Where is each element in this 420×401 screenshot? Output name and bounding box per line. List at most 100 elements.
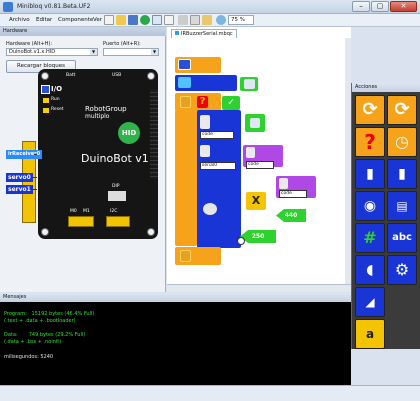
hardware-select[interactable]: DuinoBot.v1.x.HID ▼: [6, 48, 98, 56]
hid-badge: HID: [118, 122, 140, 144]
verify-icon[interactable]: [140, 15, 150, 25]
serial-send-icon: [200, 145, 210, 157]
close-button[interactable]: ✕: [390, 1, 417, 12]
true-condition-icon[interactable]: ✓: [222, 96, 240, 110]
servo-action-icon[interactable]: ◢: [355, 287, 385, 317]
delay-action-icon[interactable]: ◷: [387, 127, 417, 157]
mount-hole: [41, 228, 49, 236]
wire-label[interactable]: servo0: [6, 173, 33, 182]
serial-action-icon[interactable]: ▤: [387, 191, 417, 221]
title-bar: Minibloq v0.81.Beta.UF2 – ▢ ✕: [0, 0, 420, 14]
loop-icon: [180, 250, 191, 262]
new-file-icon[interactable]: [104, 15, 114, 25]
message-line: Data: 749 bytes (29.2% Full): [4, 332, 86, 338]
loop-rail: [175, 110, 197, 246]
serial-icon: [178, 77, 191, 88]
serial-select[interactable]: serial0: [200, 162, 236, 170]
clock-icon: [237, 237, 245, 245]
tab-irbuzzerserial[interactable]: IRBuzzerSerial.mbqc: [171, 29, 237, 38]
message-line: (.data + .bss + .noinit): [4, 339, 62, 345]
status-bar: [0, 385, 420, 401]
maximize-button[interactable]: ▢: [371, 1, 389, 12]
variable-set-action-icon[interactable]: ▮: [387, 159, 417, 189]
upload-icon[interactable]: [152, 15, 162, 25]
copy-icon[interactable]: [190, 15, 200, 25]
variable-select[interactable]: code: [279, 190, 307, 198]
hardware-select-value: DuinoBot.v1.x.HID: [9, 49, 56, 55]
dip-label: DIP: [112, 184, 120, 189]
hardware-panel-header: Hardware: [0, 27, 166, 36]
menu-editar[interactable]: Editar: [36, 17, 52, 23]
save-icon[interactable]: [128, 15, 138, 25]
port-select[interactable]: ▼: [103, 48, 159, 56]
i2c-connector: [106, 216, 130, 227]
buzzer-action-icon[interactable]: ◖: [355, 255, 385, 285]
app-window: Minibloq v0.81.Beta.UF2 – ▢ ✕ Archivo Ed…: [0, 0, 420, 401]
message-line: Program: 15192 bytes (46.4% Full): [4, 311, 95, 317]
serial-port-icon: [244, 79, 255, 89]
string-variable-action-icon[interactable]: abc: [387, 223, 417, 253]
right-pin-header: [150, 89, 158, 179]
io-switch: [41, 85, 50, 94]
duinobot-board: Batt USB I/O Run Reset RobotGroup multip…: [38, 69, 158, 239]
number-variable-action-icon[interactable]: #: [355, 223, 385, 253]
chevron-down-icon: ▼: [90, 49, 97, 55]
chip-text: code: [202, 132, 213, 137]
messages-panel: Mensajes Program: 15192 bytes (46.4% Ful…: [0, 293, 351, 385]
variable-action-icon[interactable]: ▮: [355, 159, 385, 189]
message-line: milisegundos: 5240: [4, 354, 54, 360]
chip-text: code: [281, 191, 292, 196]
repeat-action-icon[interactable]: ⟳: [387, 95, 417, 125]
loop-action-icon[interactable]: ⟳: [355, 95, 385, 125]
variable-icon: [246, 147, 255, 158]
open-folder-icon[interactable]: [116, 15, 126, 25]
menu-componente[interactable]: Componente: [58, 17, 93, 23]
run-label: Run: [51, 97, 60, 102]
menu-ver[interactable]: Ver: [93, 17, 102, 23]
comment-action-icon[interactable]: a: [355, 319, 385, 349]
board-name: DuinoBot v1: [81, 152, 149, 165]
dip-switch: [108, 191, 126, 201]
io-label: I/O: [51, 85, 63, 93]
file-icon: [175, 31, 179, 35]
motor-connector: [68, 216, 94, 227]
multiply-operator[interactable]: X: [246, 192, 266, 210]
paste-icon[interactable]: [202, 15, 212, 25]
minimize-button[interactable]: –: [352, 1, 370, 12]
if-action-icon[interactable]: ?: [355, 127, 385, 157]
hardware-label: Hardware (Alt+H):: [6, 41, 53, 47]
run-led: [43, 98, 49, 103]
i2c-label: I2C: [110, 209, 118, 214]
board-icon: [178, 59, 191, 70]
gear-action-icon[interactable]: ⚙: [387, 255, 417, 285]
question-icon: ?: [197, 96, 208, 108]
zoom-level[interactable]: 75 %: [228, 15, 254, 25]
speaker-icon: [203, 203, 217, 215]
variable-select[interactable]: code: [200, 131, 234, 139]
message-line: (.text + .data + .bootloader): [4, 318, 76, 324]
zoom-icon[interactable]: [216, 15, 226, 25]
mount-hole: [41, 72, 49, 80]
usb-label: USB: [112, 73, 122, 78]
variable-icon: [200, 115, 210, 129]
wire-label[interactable]: servo1: [6, 185, 33, 194]
motor-action-icon[interactable]: ◉: [355, 191, 385, 221]
brand-line1: RobotGroup: [85, 105, 127, 113]
chip-text: code: [248, 162, 259, 167]
mount-hole: [147, 228, 155, 236]
actions-palette: Acciones ⟳ ⟳ ? ◷ ▮ ▮ ◉ ▤ # abc ◖ ⚙ ◢ a: [351, 83, 420, 349]
menu-archivo[interactable]: Archivo: [9, 17, 30, 23]
cut-icon[interactable]: [178, 15, 188, 25]
window-title: Minibloq v0.81.Beta.UF2: [17, 3, 91, 10]
editor-horizontal-scrollbar[interactable]: [167, 284, 351, 292]
variable-select[interactable]: code: [246, 161, 274, 169]
port-label: Puerto (Alt+R):: [103, 41, 141, 47]
serial-monitor-icon[interactable]: [164, 15, 174, 25]
variable-icon: [279, 178, 288, 189]
remote-icon: [250, 118, 260, 128]
chip-text: serial0: [202, 163, 218, 168]
m0-label: M0: [70, 209, 77, 214]
app-icon: [3, 2, 13, 12]
wire-line: [33, 189, 37, 190]
wire-line: [33, 177, 37, 178]
